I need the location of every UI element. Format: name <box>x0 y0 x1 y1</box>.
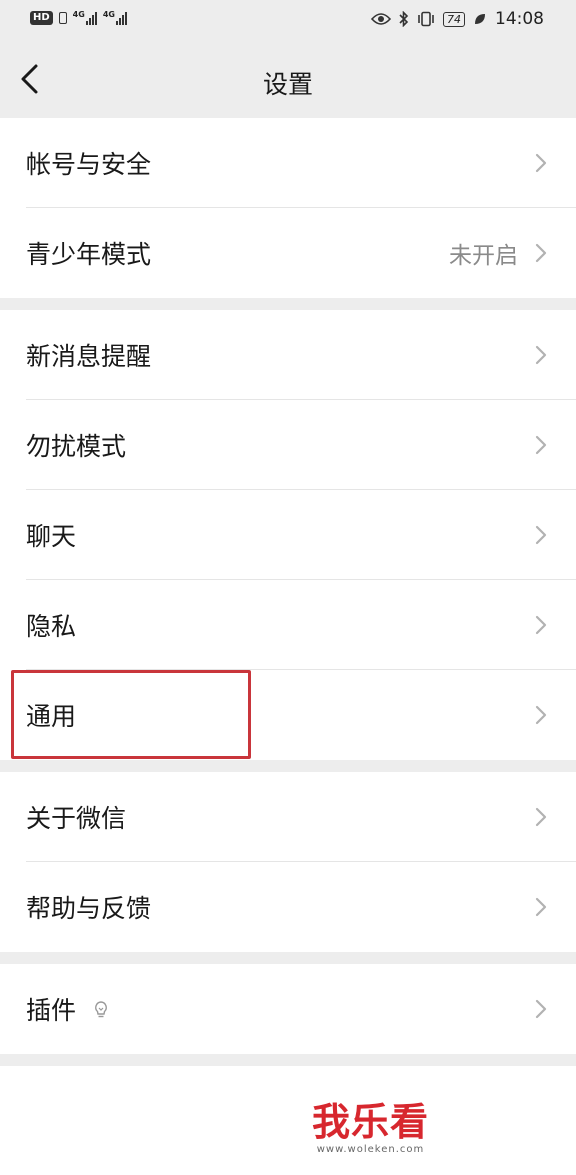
bottom-blank-area <box>0 1066 576 1175</box>
clock: 14:08 <box>495 9 544 29</box>
title-bar: 设置 <box>0 40 576 118</box>
bluetooth-icon <box>399 11 409 27</box>
settings-item-new-message-alerts[interactable]: 新消息提醒 <box>0 310 576 400</box>
settings-item-label: 插件 <box>26 996 77 1025</box>
settings-item-label: 帐号与安全 <box>26 150 152 179</box>
settings-item-value: 未开启 <box>449 243 518 269</box>
settings-item-privacy[interactable]: 隐私 <box>0 580 576 670</box>
chevron-right-icon <box>535 153 547 173</box>
chevron-right-icon <box>535 525 547 545</box>
leaf-icon <box>475 14 485 24</box>
settings-item-label: 勿扰模式 <box>26 432 127 461</box>
settings-item-label: 隐私 <box>26 612 77 641</box>
settings-item-help-feedback[interactable]: 帮助与反馈 <box>0 862 576 952</box>
watermark: 我乐看 www.woleken.com <box>312 1100 429 1155</box>
settings-item-label: 关于微信 <box>26 804 127 833</box>
battery-icon: 74 <box>443 11 465 27</box>
settings-item-label: 帮助与反馈 <box>26 894 152 923</box>
network-type-label: 4G <box>102 10 115 19</box>
vibrate-icon <box>418 11 434 27</box>
hd-icon: HD <box>30 11 53 25</box>
settings-item-teen-mode[interactable]: 青少年模式 未开启 <box>0 208 576 298</box>
settings-group-plugins: 插件 <box>0 964 576 1054</box>
settings-item-label: 新消息提醒 <box>26 342 152 371</box>
chevron-right-icon <box>535 345 547 365</box>
settings-item-plugins[interactable]: 插件 <box>0 964 576 1054</box>
lightbulb-icon <box>95 1001 107 1018</box>
signal-strength-icon-2: 4G <box>103 11 127 25</box>
watermark-logo: 我乐看 <box>312 1100 430 1144</box>
eye-icon <box>371 13 391 25</box>
status-right: 74 14:08 <box>371 9 544 29</box>
settings-item-label: 青少年模式 <box>26 240 152 269</box>
chevron-right-icon <box>535 243 547 263</box>
chevron-right-icon <box>535 897 547 917</box>
highlight-box <box>11 670 251 759</box>
settings-item-label: 聊天 <box>26 522 77 551</box>
settings-item-do-not-disturb[interactable]: 勿扰模式 <box>0 400 576 490</box>
settings-item-account-security[interactable]: 帐号与安全 <box>0 118 576 208</box>
network-type-label: 4G <box>72 10 85 19</box>
chevron-right-icon <box>535 807 547 827</box>
settings-item-about-wechat[interactable]: 关于微信 <box>0 772 576 862</box>
chevron-right-icon <box>535 999 547 1019</box>
chevron-right-icon <box>535 615 547 635</box>
chevron-right-icon <box>535 705 547 725</box>
sim-card-icon <box>58 12 67 24</box>
signal-strength-icon-1: 4G <box>73 11 97 25</box>
status-left: HD 4G 4G <box>30 11 127 25</box>
settings-group-about: 关于微信 帮助与反馈 <box>0 772 576 952</box>
status-bar: HD 4G 4G 74 14:08 <box>0 0 576 40</box>
settings-group-account: 帐号与安全 青少年模式 未开启 <box>0 118 576 298</box>
watermark-url: www.woleken.com <box>316 1144 425 1155</box>
settings-item-chat[interactable]: 聊天 <box>0 490 576 580</box>
page-title: 设置 <box>262 70 313 99</box>
chevron-right-icon <box>535 435 547 455</box>
